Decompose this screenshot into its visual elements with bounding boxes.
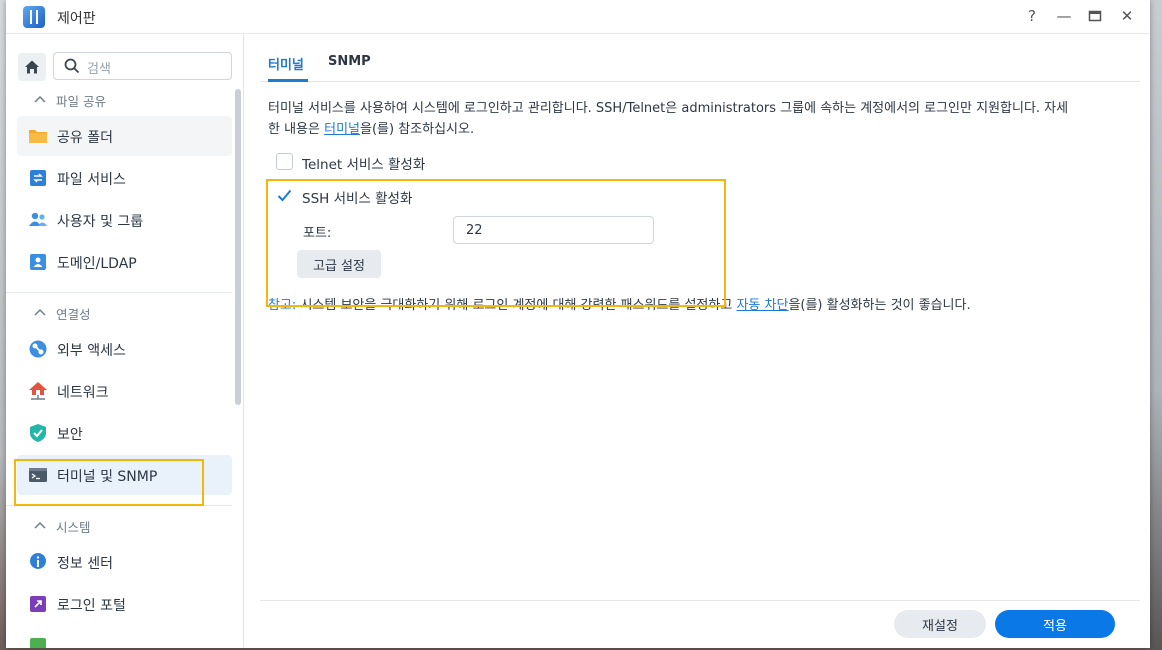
- active-tab-indicator: [268, 79, 308, 82]
- description-line1: 터미널 서비스를 사용하여 시스템에 로그인하고 관리합니다. SSH/Teln…: [268, 101, 1069, 116]
- sidebar-item-users-groups[interactable]: 사용자 및 그룹: [17, 200, 232, 240]
- search-input[interactable]: 검색: [53, 52, 232, 80]
- control-panel-window: 제어판 ? — ✕ 검색 파일 공유 공유 폴더 파일 서비스 사용자 및 그룹…: [6, 0, 1150, 648]
- network-icon: [29, 382, 47, 400]
- terminal-help-link[interactable]: 터미널: [324, 122, 360, 137]
- chevron-up-icon: [34, 95, 46, 103]
- sidebar-item-label: 네트워크: [57, 385, 109, 401]
- sidebar-item-label: 로그인 포털: [57, 598, 126, 614]
- chevron-up-icon: [34, 308, 46, 316]
- section-header-file-sharing[interactable]: 파일 공유: [6, 82, 232, 118]
- sidebar-scrollbar[interactable]: [235, 89, 241, 405]
- window-title: 제어판: [57, 11, 96, 27]
- main-panel: 터미널 SNMP 터미널 서비스를 사용하여 시스템에 로그인하고 관리합니다.…: [244, 34, 1150, 648]
- sidebar-item-network[interactable]: 네트워크: [17, 371, 232, 411]
- sidebar-item-label: 외부 액세스: [57, 343, 126, 359]
- description-line2-end: 을(를) 참조하십시오.: [360, 122, 475, 137]
- sidebar-item-file-services[interactable]: 파일 서비스: [17, 158, 232, 198]
- tab-snmp[interactable]: SNMP: [328, 54, 371, 69]
- control-panel-app-icon: [23, 6, 45, 28]
- search-icon: [64, 58, 80, 74]
- desktop-background-right: [1150, 0, 1162, 650]
- reset-button[interactable]: 재설정: [894, 610, 986, 638]
- users-icon: [29, 212, 47, 226]
- sidebar-item-partial[interactable]: [17, 626, 232, 648]
- minimize-button[interactable]: —: [1054, 6, 1074, 26]
- shield-icon: [30, 424, 46, 442]
- section-label: 연결성: [56, 307, 91, 322]
- description-text: 터미널 서비스를 사용하여 시스템에 로그인하고 관리합니다. SSH/Teln…: [268, 98, 1138, 140]
- home-button[interactable]: [18, 53, 46, 81]
- sidebar-item-label: 사용자 및 그룹: [57, 214, 144, 230]
- chevron-up-icon: [34, 521, 46, 529]
- title-bar[interactable]: 제어판 ? — ✕: [6, 0, 1150, 34]
- highlight-box-terminal-item: [14, 459, 204, 506]
- maximize-button[interactable]: [1085, 6, 1105, 26]
- sidebar-item-security[interactable]: 보안: [17, 413, 232, 453]
- sidebar-item-external-access[interactable]: 외부 액세스: [17, 329, 232, 369]
- section-header-connectivity[interactable]: 연결성: [6, 295, 232, 331]
- help-button[interactable]: ?: [1022, 6, 1042, 26]
- section-divider: [6, 292, 232, 293]
- info-icon: [29, 553, 46, 569]
- file-services-icon: [30, 170, 46, 186]
- auto-block-link[interactable]: 자동 차단: [736, 298, 788, 313]
- tab-terminal[interactable]: 터미널: [268, 54, 304, 73]
- note-text-end: 을(를) 활성화하는 것이 좋습니다.: [788, 298, 971, 313]
- app-icon: [30, 638, 46, 648]
- close-button[interactable]: ✕: [1117, 6, 1137, 26]
- search-placeholder: 검색: [87, 62, 111, 77]
- sidebar-item-label: 공유 폴더: [57, 130, 113, 146]
- external-access-icon: [29, 340, 47, 358]
- section-label: 시스템: [56, 520, 91, 535]
- section-label: 파일 공유: [56, 94, 106, 109]
- home-icon: [25, 60, 39, 74]
- section-header-system[interactable]: 시스템: [6, 508, 232, 544]
- sidebar-item-label: 파일 서비스: [57, 172, 126, 188]
- domain-icon: [30, 254, 46, 270]
- highlight-box-ssh-section: [266, 179, 726, 307]
- sidebar-item-login-portal[interactable]: 로그인 포털: [17, 584, 232, 624]
- sidebar-item-shared-folder[interactable]: 공유 폴더: [17, 116, 232, 156]
- sidebar-item-domain-ldap[interactable]: 도메인/LDAP: [17, 242, 232, 282]
- telnet-label: Telnet 서비스 활성화: [302, 157, 426, 173]
- sidebar-item-label: 도메인/LDAP: [57, 256, 137, 272]
- footer-divider: [260, 600, 1140, 601]
- sidebar-item-info-center[interactable]: 정보 센터: [17, 542, 232, 582]
- description-line2: 한 내용은: [268, 122, 325, 137]
- folder-icon: [29, 130, 47, 143]
- sidebar-item-label: 정보 센터: [57, 556, 113, 572]
- sidebar: 검색 파일 공유 공유 폴더 파일 서비스 사용자 및 그룹 도메인/LDAP …: [6, 34, 244, 648]
- telnet-checkbox[interactable]: [276, 153, 293, 170]
- apply-button[interactable]: 적용: [995, 610, 1115, 638]
- sidebar-item-label: 보안: [57, 427, 83, 443]
- tab-bar: 터미널 SNMP: [260, 34, 1140, 82]
- login-portal-icon: [30, 596, 46, 612]
